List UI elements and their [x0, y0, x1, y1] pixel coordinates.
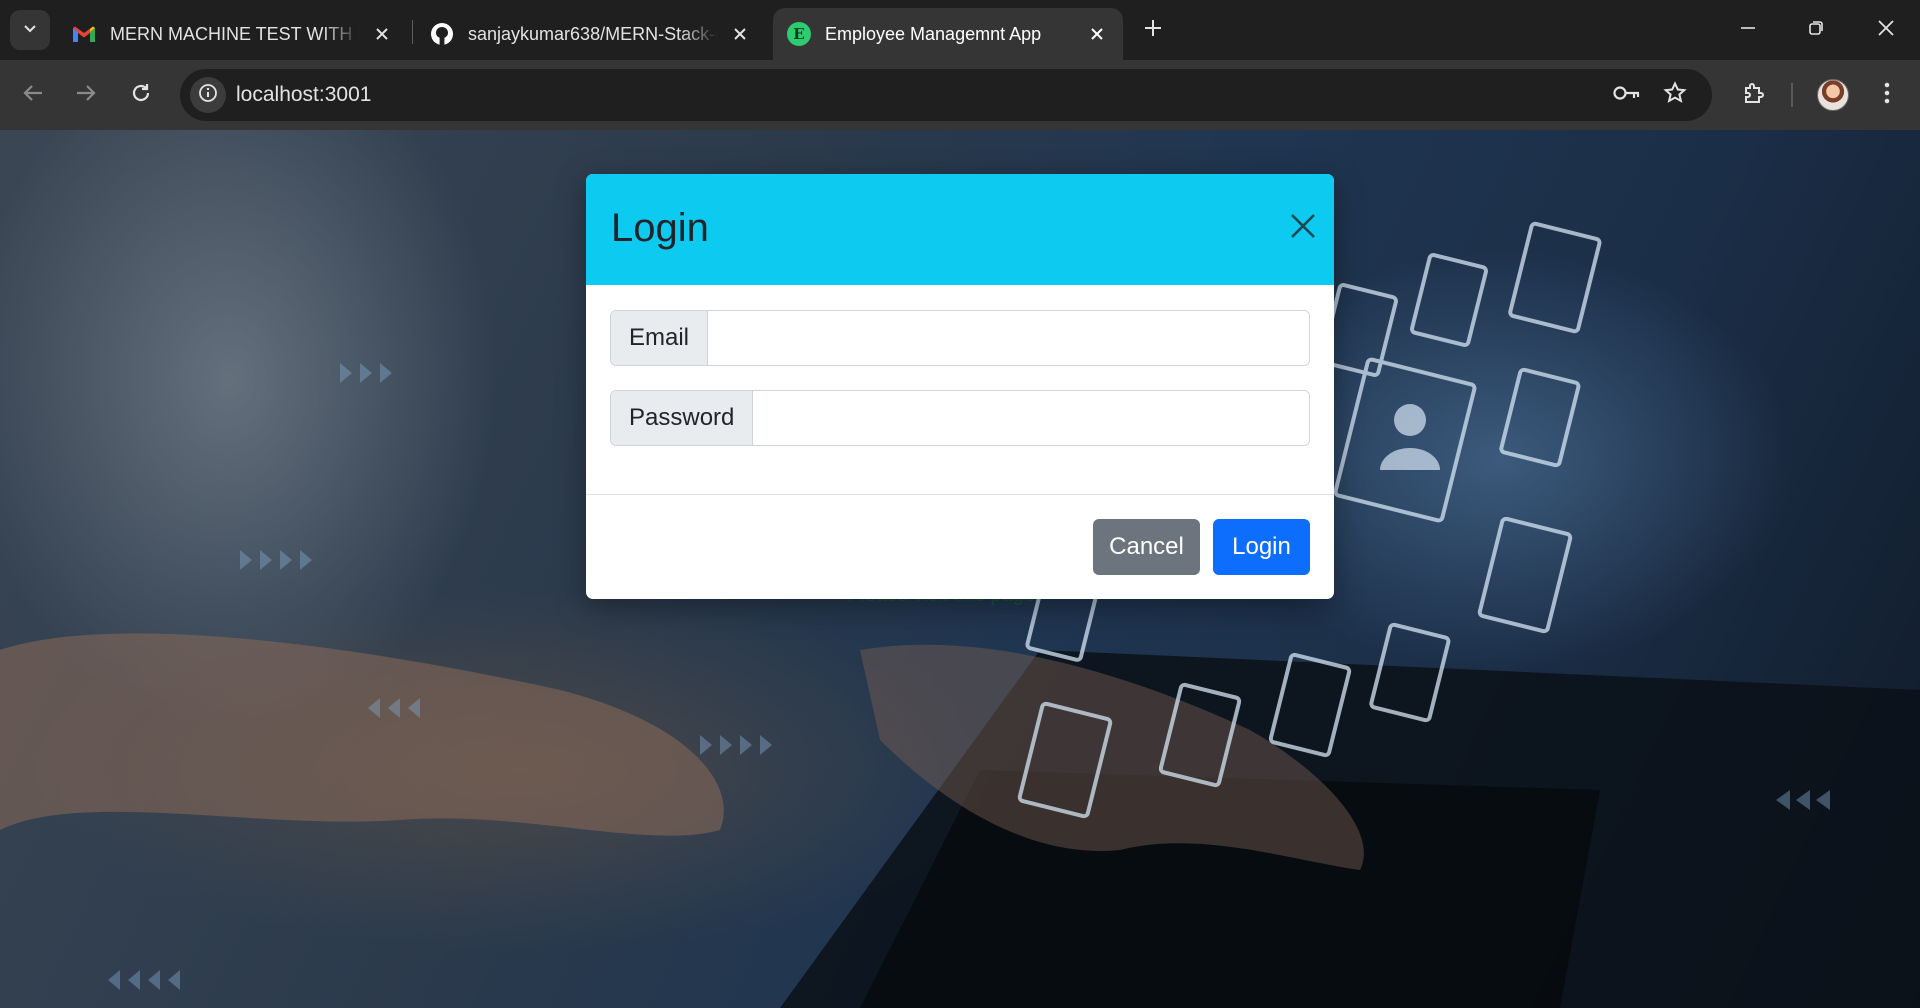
bookmark-button[interactable]: [1658, 78, 1692, 112]
password-input-group: Password: [610, 390, 1310, 446]
tab-separator: [412, 20, 413, 44]
modal-header: Login: [586, 174, 1334, 285]
tab-title: sanjaykumar638/MERN-Stack-e: [468, 23, 718, 44]
reload-icon: [130, 82, 152, 109]
arrow-left-icon: [22, 82, 44, 109]
plus-icon: [1144, 19, 1162, 42]
restore-button[interactable]: [1782, 0, 1850, 60]
tab-search-button[interactable]: [10, 10, 50, 50]
tab-title: Employee Managemnt App: [825, 23, 1042, 44]
github-icon: [430, 22, 454, 46]
tab-employee-app[interactable]: E Employee Managemnt App: [773, 8, 1123, 60]
password-label: Password: [611, 391, 754, 445]
close-window-button[interactable]: [1852, 0, 1920, 60]
login-button[interactable]: Login: [1213, 519, 1310, 575]
address-bar[interactable]: localhost:3001: [180, 69, 1712, 121]
tab-github[interactable]: sanjaykumar638/MERN-Stack-e: [416, 8, 766, 60]
close-icon: [1290, 213, 1316, 244]
browser-toolbar: localhost:3001: [0, 60, 1920, 130]
forward-button[interactable]: [66, 75, 106, 115]
restore-icon: [1808, 20, 1824, 41]
cancel-button[interactable]: Cancel: [1093, 519, 1200, 575]
password-field[interactable]: [753, 391, 1309, 445]
modal-footer-divider: [586, 494, 1334, 495]
arrow-right-icon: [75, 82, 97, 109]
tab-title: MERN MACHINE TEST WITH RE: [110, 23, 360, 44]
toolbar-separator: [1791, 83, 1793, 107]
star-icon: [1663, 80, 1687, 110]
back-button[interactable]: [13, 75, 53, 115]
close-icon[interactable]: [1085, 22, 1109, 46]
tab-gmail[interactable]: MERN MACHINE TEST WITH RE: [58, 8, 408, 60]
email-field[interactable]: [708, 311, 1309, 365]
site-info-button[interactable]: [190, 77, 226, 113]
key-icon: [1613, 84, 1641, 107]
email-label: Email: [611, 311, 709, 365]
browser-menu-button[interactable]: [1867, 75, 1907, 115]
more-vert-icon: [1884, 82, 1890, 109]
extensions-button[interactable]: [1734, 75, 1774, 115]
modal-title: Login: [611, 206, 709, 250]
login-modal: Login Email Password Cancel Login: [586, 174, 1334, 599]
info-icon: [198, 83, 218, 108]
chevron-down-icon: [22, 20, 38, 41]
close-icon[interactable]: [370, 22, 394, 46]
close-icon[interactable]: [728, 22, 752, 46]
password-key-button[interactable]: [1610, 78, 1644, 112]
minimize-button[interactable]: [1714, 0, 1782, 60]
minimize-icon: [1740, 20, 1756, 41]
gmail-icon: [72, 22, 96, 46]
url-text[interactable]: localhost:3001: [236, 69, 371, 121]
puzzle-icon: [1742, 81, 1766, 110]
profile-avatar[interactable]: [1817, 79, 1849, 111]
new-tab-button[interactable]: [1135, 12, 1171, 48]
close-icon: [1877, 19, 1895, 42]
modal-close-button[interactable]: [1281, 206, 1325, 250]
app-e-icon: E: [787, 22, 811, 46]
app-e-letter: E: [793, 25, 805, 43]
reload-button[interactable]: [121, 75, 161, 115]
email-input-group: Email: [610, 310, 1310, 366]
tab-strip: MERN MACHINE TEST WITH RE sanjaykumar638…: [0, 0, 1920, 60]
